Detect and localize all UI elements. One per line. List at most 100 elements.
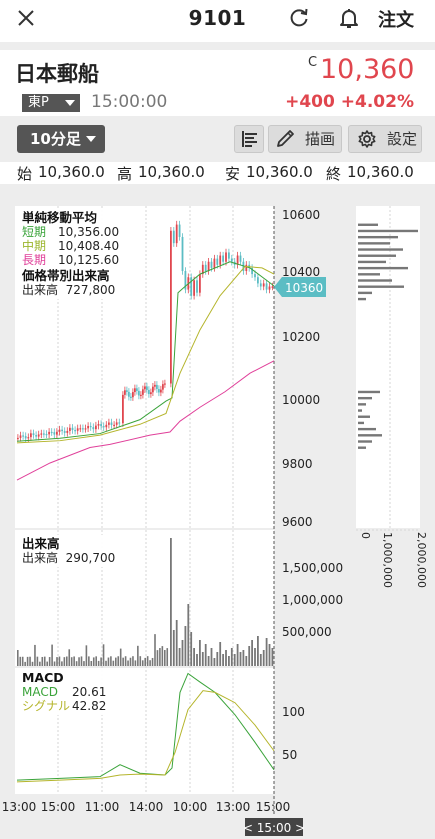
candle (146, 386, 148, 390)
separator (0, 42, 435, 50)
volume-bar (97, 660, 100, 666)
volume-bar (141, 660, 144, 666)
volume-bar (107, 657, 110, 666)
refresh-icon[interactable] (287, 6, 311, 30)
volume-bar (29, 656, 31, 666)
last-price-tag-label: 10360 (285, 281, 323, 295)
x-tick-5: 13:00 (216, 800, 251, 814)
candle (102, 426, 105, 428)
candle (69, 427, 71, 431)
candle (95, 425, 97, 430)
market-select[interactable]: 東P (22, 94, 80, 112)
candle (92, 427, 95, 430)
volume-bar (21, 656, 24, 666)
candle (138, 390, 140, 396)
y-tick-10400: 10400 (282, 265, 320, 279)
macd-label: MACD (22, 685, 58, 699)
y-tick-10600: 10600 (282, 208, 320, 222)
caret-down-icon (86, 136, 96, 142)
volume-bar (175, 620, 178, 666)
ohlc-row: 始 10,360.0 高 10,360.0 安 10,360.0 終 10,36… (0, 162, 435, 184)
volume-bar (39, 661, 41, 666)
candle (178, 224, 181, 237)
candle (105, 424, 108, 428)
volume-bar (17, 650, 19, 666)
volume-bar (149, 660, 151, 666)
vp-bar (358, 254, 396, 257)
sma-short-value: 10,356.00 (58, 225, 120, 239)
volume-bar (254, 648, 256, 666)
candle (48, 431, 50, 435)
volume-bar (36, 656, 39, 666)
volume-value: 290,700 (65, 551, 116, 565)
volume-bar (178, 648, 181, 666)
volume-bar (187, 604, 190, 666)
vp-bar (358, 446, 366, 449)
high-value: 10,360.0 (138, 163, 205, 181)
price-flag: C (308, 55, 318, 70)
candle (32, 433, 35, 436)
candle (228, 252, 230, 259)
macd-value: 20.61 (72, 685, 107, 699)
volume-bar (210, 648, 213, 666)
draw-button[interactable]: 描画 (268, 125, 342, 153)
vp-row: 出来高 727,800 (22, 283, 139, 297)
candle (210, 261, 213, 268)
volume-bar (262, 650, 265, 666)
volume-bar (78, 657, 80, 666)
candle (144, 386, 146, 390)
order-button[interactable]: 注文 (378, 6, 414, 32)
x-tick-1: 15:00 (41, 800, 76, 814)
volume-bar (134, 660, 137, 666)
vp-bar (358, 421, 364, 425)
candle (225, 252, 227, 262)
volume-bar (181, 640, 184, 666)
candle (172, 230, 175, 244)
macd-legend: MACD MACD 20.61 シグナル 42.82 (18, 669, 122, 715)
volume-bar (122, 657, 124, 666)
sma-mid-row: 中期 10,408.40 (22, 239, 139, 253)
vp-bar (358, 273, 380, 276)
volume-bar (265, 638, 268, 666)
interval-select[interactable]: 10分足 (17, 125, 105, 153)
volume-bar (19, 656, 22, 666)
y-tick-9800: 9800 (282, 457, 313, 471)
vp-bar (358, 434, 382, 437)
volume-bar (259, 654, 262, 666)
volume-bar (271, 648, 274, 666)
volume-bar (245, 656, 248, 666)
vp-bar (358, 291, 372, 295)
volume-bar (196, 654, 198, 666)
candle (56, 431, 58, 435)
bell-icon[interactable] (337, 6, 361, 30)
vp-bar (358, 223, 378, 226)
candle (148, 389, 150, 395)
indicator-list-button[interactable] (234, 125, 264, 153)
volume-bar (51, 644, 53, 666)
page-title: 9101 (188, 6, 247, 30)
volume-bar (95, 656, 97, 666)
draw-label: 描画 (305, 130, 336, 148)
volume-bar (112, 660, 115, 666)
candle (162, 384, 164, 390)
volume-bar (154, 634, 156, 666)
candle (128, 391, 130, 397)
volume-bar (43, 656, 46, 666)
volume-bar (172, 630, 175, 666)
volume-bar (41, 656, 44, 666)
candle (71, 427, 74, 431)
volume-bar (204, 644, 207, 666)
x-tick-6: 15:00 (256, 800, 291, 814)
candle (50, 431, 53, 434)
volume-bar (132, 656, 134, 666)
volume-bar (85, 645, 88, 666)
low-value: 10,360.0 (246, 163, 313, 181)
candle (124, 390, 126, 395)
settings-button[interactable]: 設定 (348, 125, 422, 153)
volume-bar (144, 657, 146, 666)
candle (142, 389, 144, 395)
vp-bar (358, 248, 403, 251)
volume-bar (222, 654, 224, 666)
volume-bar (219, 642, 222, 666)
volume-bar (31, 661, 34, 666)
